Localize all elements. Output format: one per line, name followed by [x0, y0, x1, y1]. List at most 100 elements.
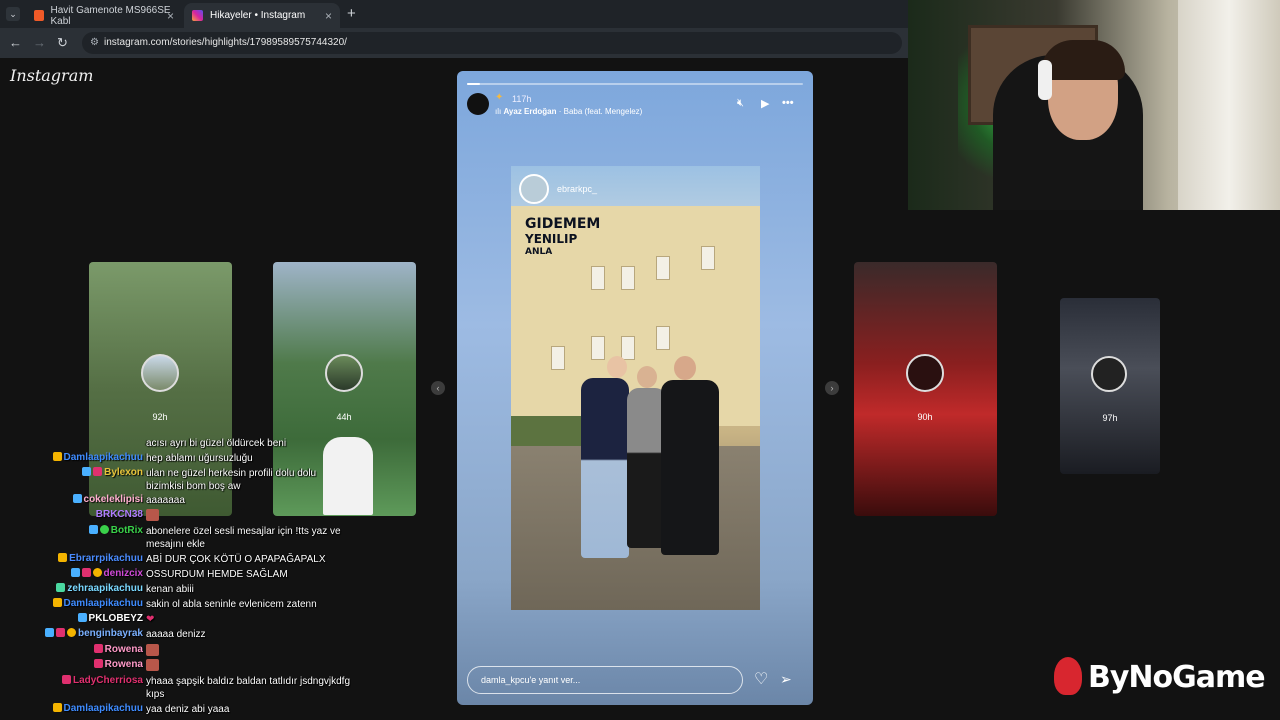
chat-message: hep ablamı uğursuzluğu	[146, 453, 253, 464]
next-story-button[interactable]: ›	[825, 381, 839, 395]
instagram-favicon-icon	[192, 10, 203, 21]
emote-icon	[146, 644, 159, 656]
story-preview[interactable]: 97h	[1060, 298, 1160, 474]
person-figure	[661, 380, 719, 555]
story-progress-fill	[467, 83, 481, 85]
badge-icon	[58, 553, 68, 562]
chat-message	[146, 509, 159, 523]
chat-username: Rowena	[93, 659, 143, 670]
back-icon[interactable]: ←	[9, 35, 22, 50]
chat-username: PKLOBEYZ	[77, 613, 143, 624]
badge-icon	[93, 467, 103, 476]
more-options-icon[interactable]: •••	[782, 97, 794, 109]
highlight-sparkle-icon: ✦	[495, 92, 504, 103]
chat-message: aaaaaaa	[146, 495, 185, 506]
chat-message: OSSURDUM HEMDE SAĞLAM	[146, 569, 288, 580]
heart-emote-icon: ❤	[146, 614, 155, 625]
badge-icon	[81, 568, 91, 577]
mute-icon[interactable]: 🔇︎	[737, 97, 744, 110]
badge-icon	[56, 583, 66, 592]
chat-username: BotRix	[88, 525, 143, 536]
photo-user-avatar	[519, 174, 549, 204]
chat-username: LadyCherriosa	[61, 675, 143, 686]
story-time: 97h	[1102, 413, 1118, 423]
person-figure	[323, 437, 373, 515]
music-title: · Baba (feat. Mengelez)	[558, 107, 643, 116]
bynogame-logo-icon	[1054, 657, 1082, 695]
story-time: 117h	[512, 94, 532, 104]
chat-message: kıps	[146, 689, 165, 700]
story-time: 92h	[152, 412, 168, 422]
badge-icon	[52, 703, 62, 712]
streamer-hair	[1041, 40, 1125, 80]
chat-username: Rowena	[93, 644, 143, 655]
badge-icon	[93, 659, 103, 668]
play-icon[interactable]: ▶	[761, 97, 769, 110]
forward-icon[interactable]: →	[33, 35, 46, 50]
badge-icon	[92, 568, 102, 577]
chat-message: abonelere özel sesli mesajlar için !tts …	[146, 526, 341, 537]
tab-title: Hikayeler • Instagram	[210, 10, 306, 21]
badge-icon	[61, 675, 71, 684]
previous-story-button[interactable]: ‹	[431, 381, 445, 395]
badge-icon	[70, 568, 80, 577]
url-text: instagram.com/stories/highlights/1798958…	[104, 37, 347, 48]
chat-username: Ebrarrpikachuu	[58, 553, 143, 564]
webcam-feed	[908, 0, 1280, 210]
chat-message: ABİ DUR ÇOK KÖTÜ O APAPAĞAPALX	[146, 554, 326, 565]
bynogame-logo: ByNoGame	[1088, 660, 1266, 695]
instagram-logo[interactable]: Instagram	[10, 66, 93, 85]
headset	[1038, 60, 1052, 100]
chat-message: acısı ayrı bi güzel öldürcek beni	[146, 438, 287, 449]
story-viewer[interactable]: ✦ 117h ılı Ayaz Erdoğan · Baba (feat. Me…	[457, 71, 813, 705]
new-tab-button[interactable]: +	[347, 5, 356, 22]
chat-username: Damlaapikachuu	[52, 598, 143, 609]
chat-message: mesajını ekle	[146, 539, 205, 550]
chat-message: bizimkisi bom boş aw	[146, 481, 241, 492]
story-preview[interactable]: 90h	[854, 262, 997, 516]
chat-message: sakin ol abla seninle evlenicem zatenn	[146, 599, 317, 610]
badge-icon	[77, 613, 87, 622]
chat-username: Damlaapikachuu	[52, 452, 143, 463]
chat-username: denizcix	[70, 568, 143, 579]
browser-tab-bar: ⌄ Havit Gamenote MS966SE Kabl × Hikayele…	[0, 0, 908, 28]
reload-icon[interactable]: ↻	[57, 35, 68, 51]
chat-message	[146, 659, 159, 673]
close-icon[interactable]: ×	[167, 9, 174, 23]
chat-message	[146, 644, 159, 658]
photo-username: ebrarkpc_	[557, 184, 598, 194]
story-time: 44h	[336, 412, 352, 422]
send-icon[interactable]: ➢	[780, 671, 792, 688]
badge-icon	[82, 467, 92, 476]
avatar	[1091, 356, 1127, 392]
story-time: 90h	[917, 412, 933, 422]
emote-icon	[146, 509, 159, 521]
avatar	[906, 354, 944, 392]
chat-message: yaa deniz abi yaaa	[146, 704, 230, 715]
story-photo: ebrarkpc_ GIDEMEM YENILIP ANLA	[511, 166, 760, 610]
like-heart-icon[interactable]: ♡	[754, 669, 768, 689]
tab-search-button[interactable]: ⌄	[6, 7, 20, 21]
person-figure	[581, 378, 629, 558]
tab-instagram[interactable]: Hikayeler • Instagram ×	[184, 3, 340, 28]
music-info[interactable]: ılı Ayaz Erdoğan · Baba (feat. Mengelez)	[495, 107, 642, 116]
site-info-icon[interactable]: ⚙	[90, 32, 99, 54]
photo-text-line1: GIDEMEM	[525, 216, 601, 232]
badge-icon	[72, 494, 82, 503]
address-bar[interactable]: ⚙ instagram.com/stories/highlights/17989…	[82, 32, 902, 54]
tab-havit[interactable]: Havit Gamenote MS966SE Kabl ×	[26, 3, 182, 28]
reply-input[interactable]: damla_kpcu'e yanıt ver...	[467, 666, 743, 694]
badge-icon	[66, 628, 76, 637]
chat-message: ulan ne güzel herkesin profili dolu dolu	[146, 468, 317, 479]
chat-username: zehraapikachuu	[56, 583, 143, 594]
badge-icon	[44, 628, 54, 637]
chat-message: yhaaa şapşik baldız baldan tatlıdır jsdn…	[146, 676, 351, 687]
close-icon[interactable]: ×	[325, 9, 332, 23]
avatar	[325, 354, 363, 392]
chat-message: kenan abiii	[146, 584, 194, 595]
badge-icon	[99, 525, 109, 534]
chat-message: aaaaa denizz	[146, 629, 206, 640]
story-author-avatar[interactable]	[467, 93, 489, 115]
music-artist: Ayaz Erdoğan	[503, 107, 557, 116]
chat-username: benginbayrak	[44, 628, 143, 639]
